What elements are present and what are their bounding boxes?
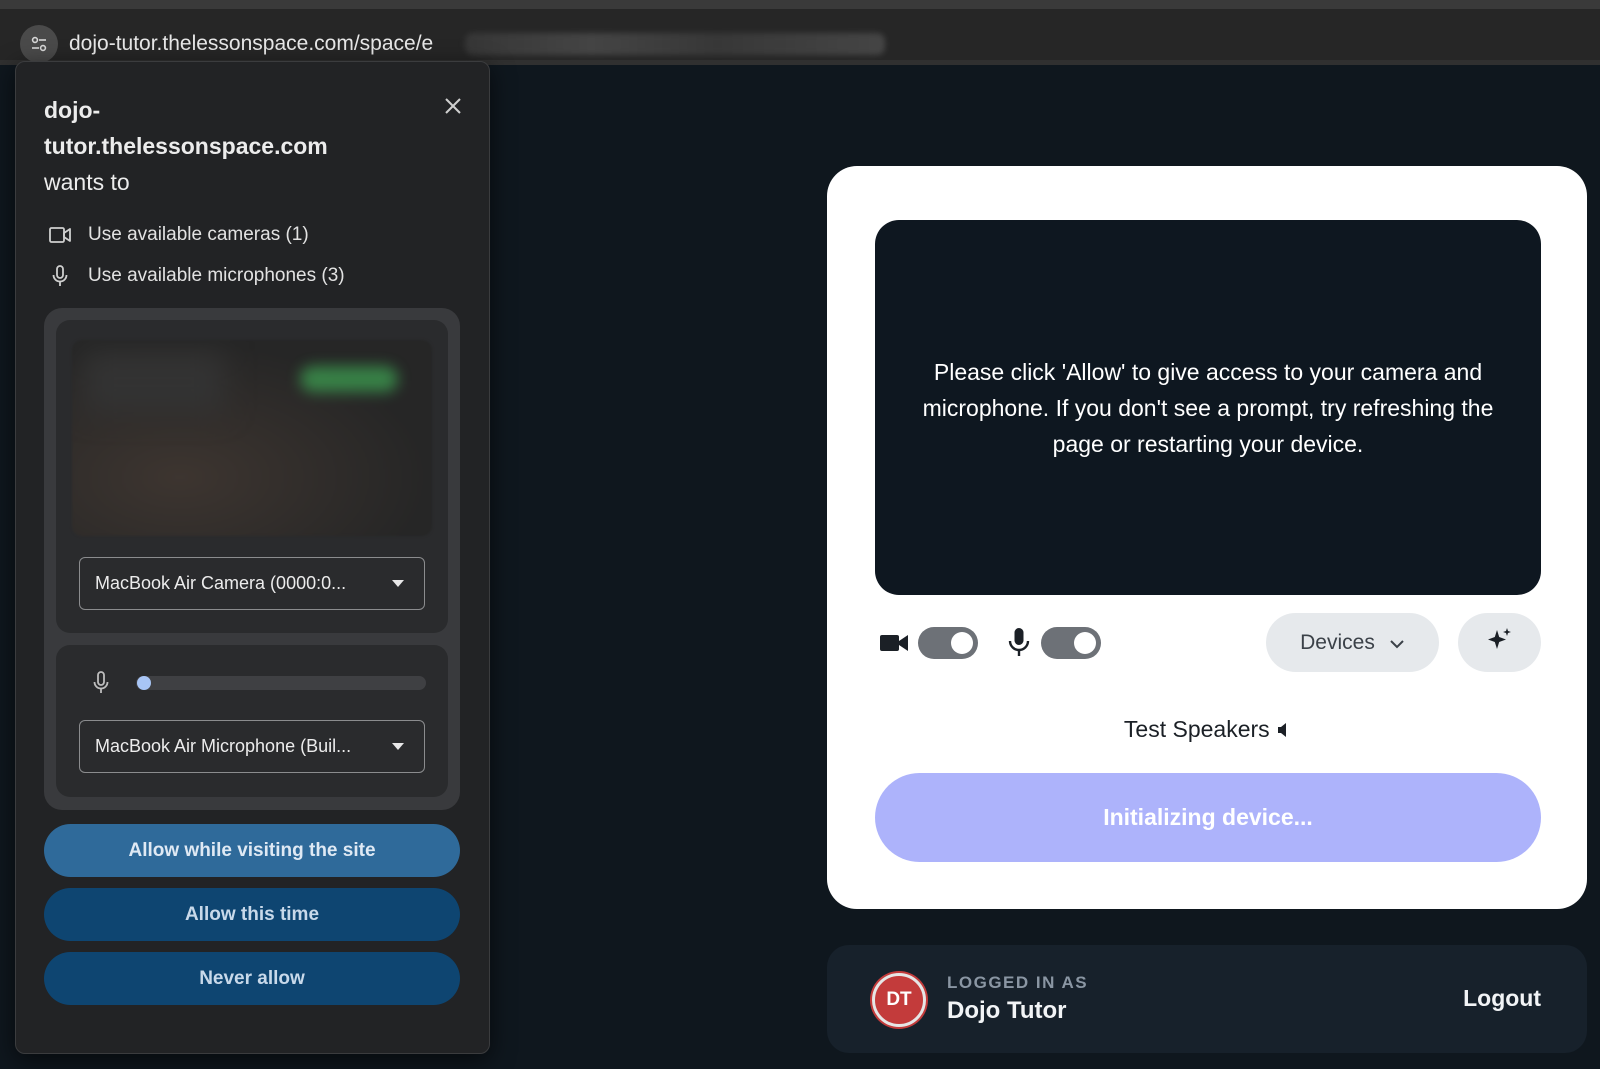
tab-strip [0, 0, 1600, 9]
camera-permission-label: Use available cameras (1) [88, 224, 309, 245]
popup-title-line: wants to [44, 169, 130, 195]
camera-toggle[interactable] [918, 627, 978, 659]
permission-instructions: Please click 'Allow' to give access to y… [922, 358, 1494, 457]
permission-popup: dojo- tutor.thelessonspace.com wants to … [15, 61, 490, 1054]
microphone-icon [46, 264, 74, 288]
never-allow-button[interactable]: Never allow [44, 952, 460, 1005]
close-icon[interactable] [439, 92, 467, 120]
logged-in-label: LOGGED IN AS [947, 973, 1089, 992]
url-text[interactable]: dojo-tutor.thelessonspace.com/space/e [69, 32, 433, 56]
user-name: Dojo Tutor [947, 997, 1067, 1024]
sparkle-icon [1486, 626, 1514, 659]
mic-level-indicator [137, 676, 151, 690]
camera-preview [72, 340, 432, 536]
initializing-device-button: Initializing device... [875, 773, 1541, 862]
microphone-select-value: MacBook Air Microphone (Buil... [95, 736, 352, 756]
url-redacted [465, 33, 885, 55]
address-bar[interactable]: dojo-tutor.thelessonspace.com/space/e [0, 9, 1600, 65]
logout-button[interactable]: Logout [1463, 985, 1541, 1012]
video-camera-icon [879, 632, 909, 659]
video-camera-icon [46, 225, 74, 245]
microphone-permission-label: Use available microphones (3) [88, 265, 345, 286]
allow-this-time-button[interactable]: Allow this time [44, 888, 460, 941]
speaker-icon [1276, 716, 1290, 742]
mic-level-meter [136, 676, 426, 690]
device-setup-card: Please click 'Allow' to give access to y… [827, 166, 1587, 909]
microphone-preview-card: MacBook Air Microphone (Buil... [56, 645, 448, 797]
test-speakers-label: Test Speakers [1123, 716, 1270, 742]
avatar: DT [872, 973, 926, 1027]
devices-button-label: Devices [1300, 630, 1375, 654]
site-settings-icon[interactable] [20, 25, 58, 63]
popup-title: dojo- tutor.thelessonspace.com wants to [44, 92, 404, 200]
microphone-permission-row: Use available microphones (3) [46, 261, 345, 291]
dropdown-caret-icon [392, 580, 404, 587]
effects-button[interactable] [1458, 613, 1541, 672]
camera-preview-card: MacBook Air Camera (0000:0... [56, 320, 448, 633]
camera-select-value: MacBook Air Camera (0000:0... [95, 573, 347, 593]
test-speakers-link[interactable]: Test Speakers [827, 716, 1587, 743]
chevron-down-icon [1389, 631, 1405, 655]
microphone-select[interactable]: MacBook Air Microphone (Buil... [79, 720, 425, 773]
allow-while-visiting-button[interactable]: Allow while visiting the site [44, 824, 460, 877]
account-card: DT LOGGED IN AS Dojo Tutor Logout [827, 945, 1587, 1053]
camera-select[interactable]: MacBook Air Camera (0000:0... [79, 557, 425, 610]
microphone-toggle[interactable] [1041, 627, 1101, 659]
popup-title-line: dojo- [44, 97, 101, 123]
microphone-icon [92, 670, 110, 701]
microphone-icon [1007, 626, 1031, 663]
device-preview-panel: MacBook Air Camera (0000:0... MacBook Ai… [44, 308, 460, 810]
video-preview: Please click 'Allow' to give access to y… [875, 220, 1541, 595]
devices-button[interactable]: Devices [1266, 613, 1439, 672]
browser-toolbar: dojo-tutor.thelessonspace.com/space/e [0, 0, 1600, 70]
camera-permission-row: Use available cameras (1) [46, 220, 309, 250]
dropdown-caret-icon [392, 743, 404, 750]
popup-title-line: tutor.thelessonspace.com [44, 133, 328, 159]
